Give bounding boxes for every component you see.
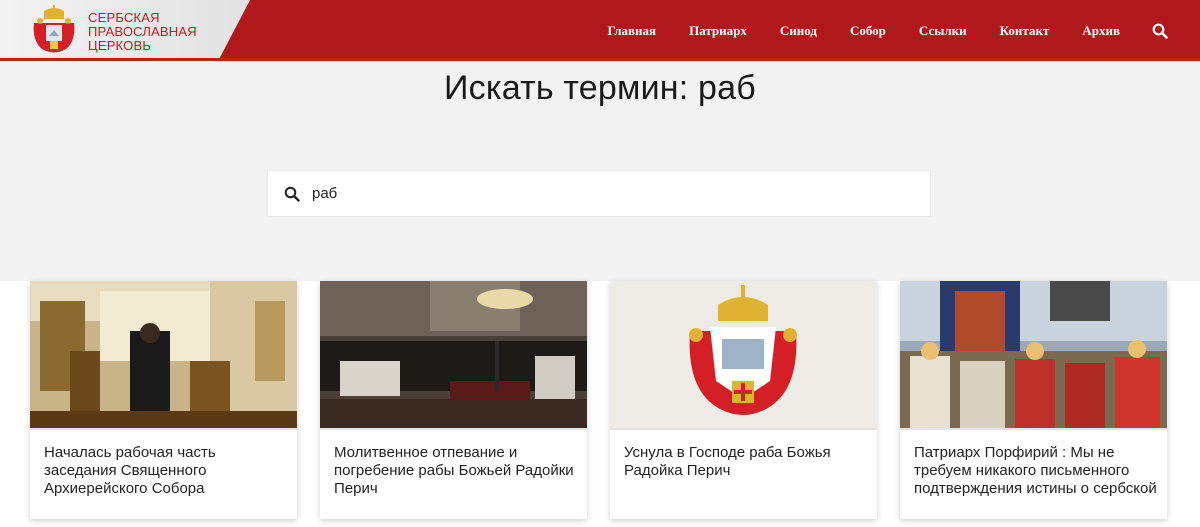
card-image[interactable] — [900, 281, 1167, 428]
search-icon[interactable] — [1152, 23, 1168, 39]
card-divider — [30, 428, 297, 430]
funeral-service-photo — [320, 281, 587, 428]
site-header: СЕРБСКАЯ ПРАВОСЛАВНАЯ ЦЕРКОВЬ Главная Па… — [0, 0, 1200, 61]
coat-of-arms-emblem — [610, 281, 877, 428]
search-icon — [284, 186, 300, 202]
nav-item-council[interactable]: Собор — [850, 0, 886, 61]
card-divider — [320, 428, 587, 430]
outdoor-liturgy-photo — [900, 281, 1167, 428]
church-interior-photo — [30, 281, 297, 428]
card-image[interactable] — [610, 281, 877, 428]
nav-item-home[interactable]: Главная — [607, 0, 656, 61]
coat-of-arms-icon — [33, 5, 75, 53]
search-hero: Искать термин: раб — [0, 61, 1200, 281]
card-title[interactable]: Молитвенное отпевание и погребение рабы … — [334, 444, 578, 498]
card-divider — [900, 428, 1167, 430]
nav-item-contact[interactable]: Контакт — [1000, 0, 1050, 61]
logo-line-2: ПРАВОСЛАВНАЯ — [88, 24, 197, 39]
nav-item-patriarch[interactable]: Патриарх — [689, 0, 747, 61]
card-title[interactable]: Патриарх Порфирий : Мы не требуем никако… — [914, 444, 1158, 498]
nav-item-synod[interactable]: Синод — [780, 0, 817, 61]
search-input[interactable] — [312, 171, 912, 216]
result-card[interactable]: Патриарх Порфирий : Мы не требуем никако… — [900, 281, 1167, 519]
card-image[interactable] — [320, 281, 587, 428]
nav-item-links[interactable]: Ссылки — [919, 0, 967, 61]
result-card[interactable]: Уснула в Господе раба Божья Радойка Пери… — [610, 281, 877, 519]
card-divider — [610, 428, 877, 430]
page-title: Искать термин: раб — [444, 69, 756, 107]
result-card[interactable]: Молитвенное отпевание и погребение рабы … — [320, 281, 587, 519]
search-box[interactable] — [267, 170, 931, 217]
logo-text: СЕРБСКАЯ ПРАВОСЛАВНАЯ ЦЕРКОВЬ — [88, 11, 197, 53]
logo-line-1: СЕРБСКАЯ — [88, 10, 160, 25]
card-image[interactable] — [30, 281, 297, 428]
results-grid: Началась рабочая часть заседания Священн… — [30, 281, 1170, 527]
card-title[interactable]: Уснула в Господе раба Божья Радойка Пери… — [624, 444, 868, 480]
logo-area[interactable]: СЕРБСКАЯ ПРАВОСЛАВНАЯ ЦЕРКОВЬ — [0, 0, 250, 61]
nav-item-archive[interactable]: Архив — [1082, 0, 1120, 61]
result-card[interactable]: Началась рабочая часть заседания Священн… — [30, 281, 297, 519]
card-title[interactable]: Началась рабочая часть заседания Священн… — [44, 444, 288, 498]
logo-line-3: ЦЕРКОВЬ — [88, 38, 152, 53]
main-nav: Главная Патриарх Синод Собор Ссылки Конт… — [607, 0, 1200, 61]
